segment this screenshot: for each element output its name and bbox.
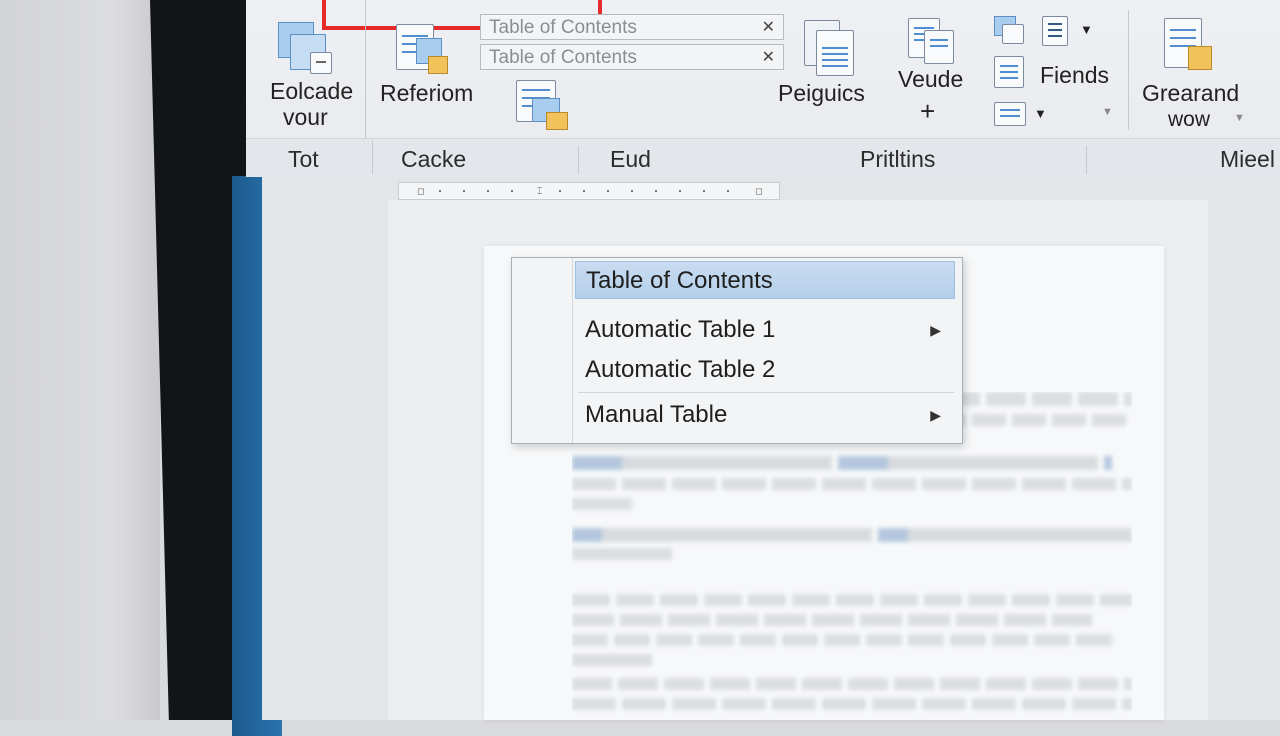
building-blocks-icon[interactable] [276,18,336,78]
caret-down-icon[interactable]: ▼ [1034,106,1047,121]
insert-field-icon[interactable] [1162,16,1218,78]
insert-field-icon[interactable] [992,14,1026,44]
toc-field-text: Table of Contents [489,47,637,68]
eolcade-label[interactable]: Eolcade [270,78,353,105]
peiguics-button[interactable]: Peiguics [778,80,865,107]
document-lines-icon[interactable] [906,16,956,64]
toc-field-top[interactable]: Table of Contents ✕ [480,14,784,40]
group-label-mieel: Mieel [1220,146,1275,172]
ruler-marker-icon[interactable]: ◻ [417,186,424,197]
background-wall [0,0,160,720]
ruler[interactable]: ◻ ⌶ ◻ [398,182,780,200]
table-icon[interactable] [1040,14,1070,46]
group-label-pritltins: Pritltins [860,146,936,172]
menu-separator [578,392,954,393]
wow-label[interactable]: wow [1168,108,1210,132]
referiom-button[interactable]: Referiom [380,80,473,107]
plus-icon[interactable]: + [920,96,935,127]
table-of-contents-menu: Table of Contents Automatic Table 1 ▶ Au… [511,257,963,444]
group-label-tot: Tot [288,146,319,172]
toc-field-top-text: Table of Contents [489,17,637,38]
vour-label[interactable]: vour [283,104,328,131]
grearand-label[interactable]: Grearand [1142,80,1239,107]
menu-item-label: Table of Contents [586,267,773,294]
group-label-cacke: Cacke [401,146,467,172]
ribbon-separator [578,146,579,174]
group-label-eud: Eud [610,146,651,172]
document-lines-icon[interactable] [802,18,856,78]
insert-field-icon[interactable] [392,18,452,78]
ribbon-separator [372,140,373,174]
chevron-right-icon: ▶ [930,407,941,423]
menu-item-table-of-contents[interactable]: Table of Contents [575,261,955,299]
menu-gutter [572,258,573,443]
caret-down-icon[interactable]: ▼ [1102,106,1113,118]
ruler-marker-icon[interactable]: ◻ [755,186,762,197]
menu-item-automatic-table-1[interactable]: Automatic Table 1 ▶ [575,311,955,349]
menu-item-label: Automatic Table 2 [585,356,776,383]
table-icon[interactable] [992,100,1026,128]
menu-item-label: Manual Table [585,401,728,428]
close-icon[interactable]: ✕ [762,45,775,71]
table-icon[interactable] [514,78,570,132]
toc-field[interactable]: Table of Contents ✕ [480,44,784,70]
menu-item-automatic-table-2[interactable]: Automatic Table 2 [575,351,955,389]
veude-button[interactable]: Veude [898,66,963,93]
document-lines-icon[interactable] [992,54,1026,88]
chevron-right-icon: ▶ [930,322,941,338]
ruler-indent-icon[interactable]: ⌶ [537,186,542,197]
caret-down-icon[interactable]: ▼ [1080,22,1093,37]
menu-item-manual-table[interactable]: Manual Table ▶ [575,396,955,434]
fiends-button[interactable]: Fiends [1040,62,1109,89]
menu-item-label: Automatic Table 1 [585,316,776,343]
close-icon[interactable]: ✕ [762,15,775,41]
caret-down-icon[interactable]: ▼ [1234,112,1245,124]
ribbon-separator [1086,146,1087,174]
ribbon-separator [1128,10,1129,130]
